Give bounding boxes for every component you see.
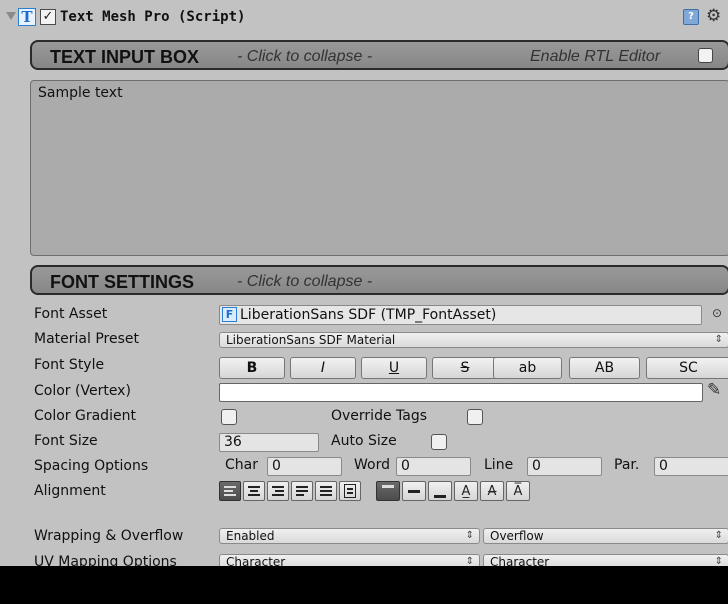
eyedropper-icon[interactable]: ✎ <box>707 380 721 400</box>
material-preset-value: LiberationSans SDF Material <box>226 333 396 347</box>
font-style-buttons: B I U S ab AB SC <box>219 357 728 379</box>
font-size-input[interactable]: 36 <box>219 433 319 452</box>
wrapping-value: Enabled <box>226 529 275 543</box>
overflow-dropdown[interactable]: Overflow ⇕ <box>483 528 728 544</box>
wrapping-dropdown[interactable]: Enabled ⇕ <box>219 528 480 544</box>
baseline-icon: A̲ <box>461 484 471 499</box>
font-style-label: Font Style <box>34 357 105 373</box>
align-justified-button[interactable] <box>291 481 313 501</box>
uppercase-button[interactable]: AB <box>569 357 640 379</box>
dropdown-arrows-icon: ⇕ <box>714 334 723 345</box>
collapse-hint: - Click to collapse - <box>237 273 373 290</box>
color-gradient-label: Color Gradient <box>34 408 136 424</box>
underline-button[interactable]: U <box>361 357 427 379</box>
dropdown-arrows-icon: ⇕ <box>714 556 723 566</box>
align-middle-button[interactable] <box>402 481 426 501</box>
midline-icon: A̶ <box>487 484 497 499</box>
help-book-icon[interactable]: ? <box>683 9 699 25</box>
lowercase-button[interactable]: ab <box>493 357 562 379</box>
uv-mapping-label: UV Mapping Options <box>34 554 177 566</box>
align-left-button[interactable] <box>219 481 241 501</box>
component-title: Text Mesh Pro (Script) <box>60 9 246 25</box>
strikethrough-button[interactable]: S <box>432 357 498 379</box>
color-swatch[interactable] <box>219 383 703 402</box>
font-asset-value: LiberationSans SDF (TMP_FontAsset) <box>240 307 497 323</box>
gear-icon[interactable]: ⚙ <box>706 6 721 26</box>
foldout-arrow-icon[interactable] <box>6 12 16 20</box>
font-asset-label: Font Asset <box>34 306 108 322</box>
spacing-options-label: Spacing Options <box>34 458 149 474</box>
line-spacing-label: Line <box>484 457 514 473</box>
text-input-area[interactable]: Sample text <box>30 80 728 256</box>
line-spacing-input[interactable]: 0 <box>527 457 602 476</box>
color-gradient-checkbox[interactable] <box>221 409 237 425</box>
material-preset-dropdown[interactable]: LiberationSans SDF Material ⇕ <box>219 332 728 348</box>
material-preset-label: Material Preset <box>34 331 139 347</box>
paragraph-spacing-label: Par. <box>614 457 640 473</box>
component-enabled-checkbox[interactable]: ✓ <box>40 9 56 25</box>
paragraph-spacing-input[interactable]: 0 <box>654 457 728 476</box>
tmp-text-icon: T <box>18 8 36 26</box>
overflow-value: Overflow <box>490 529 544 543</box>
align-baseline-button[interactable]: A̲ <box>454 481 478 501</box>
align-capline-button[interactable]: A̅ <box>506 481 530 501</box>
alignment-buttons: A̲ A̶ A̅ <box>219 481 649 501</box>
override-tags-label: Override Tags <box>331 408 428 424</box>
char-spacing-input[interactable]: 0 <box>267 457 342 476</box>
wrapping-overflow-label: Wrapping & Overflow <box>34 528 184 544</box>
auto-size-label: Auto Size <box>331 433 397 449</box>
align-midline-button[interactable]: A̶ <box>480 481 504 501</box>
italic-button[interactable]: I <box>290 357 356 379</box>
align-bottom-button[interactable] <box>428 481 452 501</box>
align-top-button[interactable] <box>376 481 400 501</box>
auto-size-checkbox[interactable] <box>431 434 447 450</box>
text-input-section-header[interactable]: TEXT INPUT BOX - Click to collapse - Ena… <box>30 40 728 70</box>
component-header: T ✓ Text Mesh Pro (Script) ? ⚙ <box>0 6 728 30</box>
align-right-button[interactable] <box>267 481 289 501</box>
dropdown-arrows-icon: ⇕ <box>714 530 723 541</box>
font-settings-section-header[interactable]: FONT SETTINGS - Click to collapse - <box>30 265 728 295</box>
align-flush-button[interactable] <box>315 481 337 501</box>
dropdown-arrows-icon: ⇕ <box>465 556 474 566</box>
override-tags-checkbox[interactable] <box>467 409 483 425</box>
rtl-editor-label: Enable RTL Editor <box>530 48 661 65</box>
object-picker-icon[interactable]: ⊙ <box>712 306 722 320</box>
uv-vertical-dropdown[interactable]: Character ⇕ <box>483 554 728 566</box>
uv-vertical-value: Character <box>490 555 550 566</box>
uv-horizontal-value: Character <box>226 555 286 566</box>
font-asset-field[interactable]: F LiberationSans SDF (TMP_FontAsset) <box>219 305 702 325</box>
smallcaps-button[interactable]: SC <box>646 357 728 379</box>
rtl-editor-checkbox[interactable] <box>698 48 713 63</box>
font-asset-icon: F <box>222 307 237 322</box>
word-spacing-label: Word <box>354 457 390 473</box>
screen-black-bar <box>0 566 728 604</box>
font-size-label: Font Size <box>34 433 98 449</box>
char-spacing-label: Char <box>225 457 258 473</box>
capline-icon: A̅ <box>513 484 523 499</box>
word-spacing-input[interactable]: 0 <box>396 457 471 476</box>
dropdown-arrows-icon: ⇕ <box>465 530 474 541</box>
color-vertex-label: Color (Vertex) <box>34 383 131 399</box>
alignment-label: Alignment <box>34 483 106 499</box>
collapse-hint: - Click to collapse - <box>237 48 373 65</box>
text-mesh-pro-inspector: T ✓ Text Mesh Pro (Script) ? ⚙ TEXT INPU… <box>0 0 728 566</box>
align-geometry-center-button[interactable] <box>339 481 361 501</box>
align-center-button[interactable] <box>243 481 265 501</box>
section-title: TEXT INPUT BOX <box>50 47 200 67</box>
section-title: FONT SETTINGS <box>50 272 194 292</box>
bold-button[interactable]: B <box>219 357 285 379</box>
uv-horizontal-dropdown[interactable]: Character ⇕ <box>219 554 480 566</box>
